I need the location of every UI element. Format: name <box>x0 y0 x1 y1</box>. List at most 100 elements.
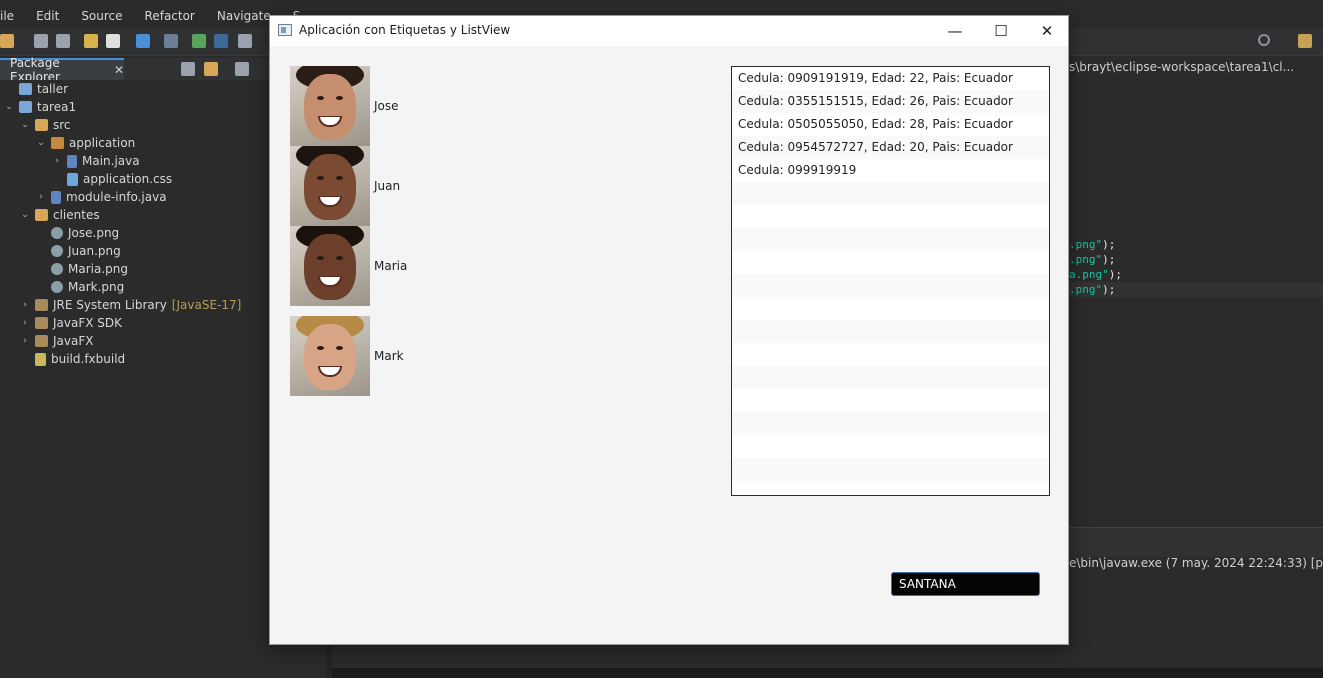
external-tools-icon[interactable] <box>238 34 252 48</box>
person-photo <box>290 316 370 396</box>
tab-package-explorer[interactable]: Package Explorer ✕ <box>0 56 124 84</box>
tree-item[interactable]: Jose.png <box>36 224 119 242</box>
person-label: Jose <box>290 66 490 146</box>
tree-item[interactable]: application.css <box>52 170 172 188</box>
maximize-icon: ☐ <box>994 22 1008 40</box>
tree-item[interactable]: ⌄ application <box>36 134 135 152</box>
tree-item[interactable]: Juan.png <box>36 242 121 260</box>
empty-list-row <box>732 481 1049 495</box>
code-punctuation: ); <box>1102 253 1116 266</box>
tree-item[interactable]: › JavaFX <box>20 332 93 350</box>
library-icon <box>35 317 48 329</box>
tree-item[interactable]: ⌄ tarea1 <box>4 98 76 116</box>
code-line: a.png"); <box>1069 268 1122 281</box>
image-file-icon <box>51 263 63 275</box>
menu-edit[interactable]: Edit <box>36 9 59 23</box>
maximize-button[interactable]: ☐ <box>978 16 1024 46</box>
chevron-right-icon[interactable]: › <box>20 318 30 328</box>
empty-list-row <box>732 389 1049 412</box>
empty-list-row <box>732 182 1049 205</box>
image-file-icon <box>51 245 63 257</box>
tree-item[interactable]: Maria.png <box>36 260 128 278</box>
tree-item[interactable]: › JavaFX SDK <box>20 314 122 332</box>
javafx-window: Aplicación con Etiquetas y ListView — ☐ … <box>269 15 1069 645</box>
list-item[interactable]: Cedula: 099919919 <box>732 159 1049 182</box>
person-label: Maria <box>290 226 490 306</box>
menu-navigate[interactable]: Navigate <box>217 9 271 23</box>
chevron-down-icon[interactable]: ⌄ <box>36 138 46 148</box>
collapse-all-icon[interactable] <box>181 62 195 76</box>
tree-item[interactable]: › JRE System Library [JavaSE-17] <box>20 296 241 314</box>
java-file-icon <box>67 154 77 168</box>
name-text-field[interactable] <box>891 572 1040 596</box>
code-line: .png"); <box>1069 253 1115 266</box>
tree-item[interactable]: › Main.java <box>52 152 139 170</box>
tree-item-label: JavaFX SDK <box>53 316 123 330</box>
close-icon: ✕ <box>1040 22 1054 40</box>
toggle-mark-icon[interactable] <box>214 34 228 48</box>
person-label: Juan <box>290 146 490 226</box>
chevron-down-icon[interactable]: ⌄ <box>20 120 30 130</box>
tree-item-label: application <box>69 136 136 150</box>
menu-file[interactable]: ile <box>0 9 14 23</box>
link-with-editor-icon[interactable] <box>204 62 218 76</box>
console-process-label: e\bin\javaw.exe (7 may. 2024 22:24:33) [… <box>1069 556 1323 570</box>
library-icon <box>35 335 48 347</box>
css-file-icon <box>67 172 78 186</box>
chevron-right-icon[interactable]: › <box>20 336 30 346</box>
build-icon[interactable] <box>136 34 150 48</box>
tree-item-label: Mark.png <box>68 280 125 294</box>
empty-list-row <box>732 320 1049 343</box>
open-perspective-icon[interactable] <box>1298 34 1312 48</box>
tree-item[interactable]: ⌄ src <box>20 116 70 134</box>
close-button[interactable]: ✕ <box>1024 16 1070 46</box>
minimize-button[interactable]: — <box>932 16 978 46</box>
close-icon[interactable]: ✕ <box>114 63 124 77</box>
empty-list-row <box>732 251 1049 274</box>
list-item[interactable]: Cedula: 0909191919, Edad: 22, Pais: Ecua… <box>732 67 1049 90</box>
console-toolbar <box>1069 527 1323 557</box>
project-icon <box>19 101 32 113</box>
tree-item[interactable]: ⌄ clientes <box>20 206 100 224</box>
list-item[interactable]: Cedula: 0505055050, Edad: 28, Pais: Ecua… <box>732 113 1049 136</box>
tree-item-label: tarea1 <box>37 100 77 114</box>
string-literal: .png" <box>1069 238 1103 251</box>
list-item[interactable]: Cedula: 0355151515, Edad: 26, Pais: Ecua… <box>732 90 1049 113</box>
clients-listview[interactable]: Cedula: 0909191919, Edad: 22, Pais: Ecua… <box>731 66 1050 496</box>
chevron-right-icon[interactable]: › <box>52 156 62 166</box>
code-punctuation: ); <box>1108 268 1122 281</box>
menu-source[interactable]: Source <box>81 9 122 23</box>
tree-item[interactable]: build.fxbuild <box>20 350 125 368</box>
empty-list-row <box>732 274 1049 297</box>
redo-icon[interactable] <box>106 34 120 48</box>
empty-list-row <box>732 205 1049 228</box>
search-icon[interactable] <box>1258 34 1270 46</box>
empty-list-row <box>732 297 1049 320</box>
tree-item-label: application.css <box>83 172 173 186</box>
tree-item[interactable]: taller <box>4 80 68 98</box>
menu-refactor[interactable]: Refactor <box>145 9 195 23</box>
tree-item[interactable]: › module-info.java <box>36 188 166 206</box>
chevron-right-icon[interactable]: › <box>20 300 30 310</box>
code-line: .png"); <box>1069 238 1115 251</box>
save-all-icon[interactable] <box>56 34 70 48</box>
tree-item-label: clientes <box>53 208 100 222</box>
new-icon[interactable] <box>0 34 14 48</box>
undo-icon[interactable] <box>84 34 98 48</box>
filter-icon[interactable] <box>235 62 249 76</box>
list-item[interactable]: Cedula: 0954572727, Edad: 20, Pais: Ecua… <box>732 136 1049 159</box>
run-icon[interactable] <box>192 34 206 48</box>
string-literal: a.png" <box>1069 268 1109 281</box>
chevron-down-icon[interactable]: ⌄ <box>4 102 14 112</box>
chevron-right-icon[interactable]: › <box>36 192 46 202</box>
tree-item[interactable]: Mark.png <box>36 278 124 296</box>
tree-item-label: build.fxbuild <box>51 352 126 366</box>
package-explorer-tabbar: Package Explorer ✕ <box>0 56 270 84</box>
window-titlebar[interactable]: Aplicación con Etiquetas y ListView — ☐ … <box>270 16 1068 46</box>
chevron-down-icon[interactable]: ⌄ <box>20 210 30 220</box>
save-icon[interactable] <box>34 34 48 48</box>
java-file-icon <box>51 190 61 204</box>
debug-icon[interactable] <box>164 34 178 48</box>
person-photo <box>290 146 370 226</box>
image-file-icon <box>51 281 63 293</box>
